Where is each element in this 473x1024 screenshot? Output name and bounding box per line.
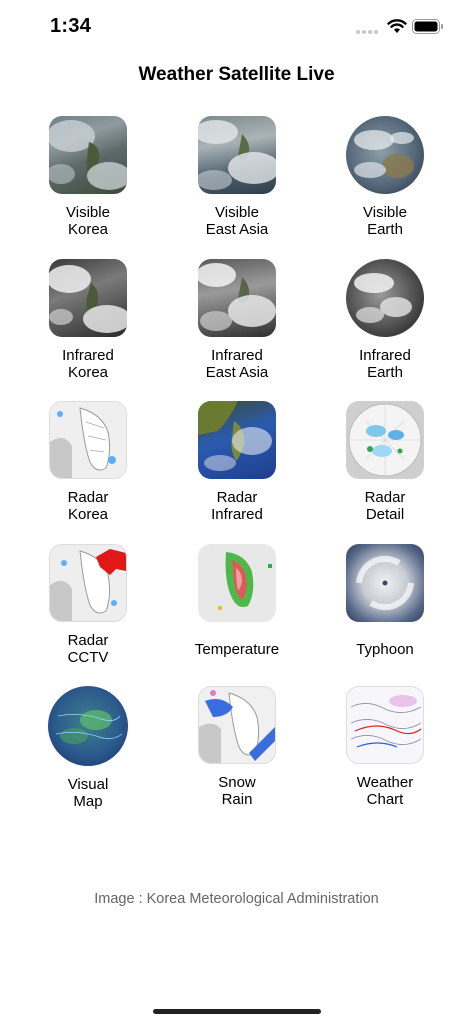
tile-label: Infrared East Asia xyxy=(205,347,269,381)
tile-snow-rain[interactable]: Snow Rain xyxy=(182,686,292,808)
tile-label: Infrared Earth xyxy=(359,347,411,381)
tile-label: Visible Earth xyxy=(363,204,407,238)
tile-radar-detail[interactable]: Radar Detail xyxy=(330,401,440,523)
tile-label: Temperature xyxy=(194,640,280,658)
tile-label: Radar CCTV xyxy=(67,632,109,666)
tile-label: Weather Chart xyxy=(356,774,414,808)
tile-radar-cctv[interactable]: Radar CCTV xyxy=(33,544,143,666)
tile-label: Visible East Asia xyxy=(205,204,269,238)
snow-rain-map-icon xyxy=(198,686,276,764)
tile-visible-east-asia[interactable]: Visible East Asia xyxy=(182,116,292,238)
tile-radar-korea[interactable]: Radar Korea xyxy=(33,401,143,523)
credit-text: Image : Korea Meteorological Administrat… xyxy=(94,891,379,907)
satellite-visible-east-asia-icon xyxy=(198,116,276,194)
tile-temperature[interactable]: Temperature xyxy=(182,544,292,666)
radar-cctv-icon xyxy=(49,544,127,622)
tile-label: Visible Korea xyxy=(66,204,110,238)
infrared-east-asia-icon xyxy=(198,259,276,337)
infrared-earth-icon xyxy=(346,259,424,337)
tile-typhoon[interactable]: Typhoon xyxy=(330,544,440,666)
feature-grid: Visible Korea Visible East Asia Visible … xyxy=(0,0,473,1024)
temperature-map-icon xyxy=(198,544,276,622)
satellite-visible-korea-icon xyxy=(49,116,127,194)
tile-radar-infrared[interactable]: Radar Infrared xyxy=(182,401,292,523)
tile-visible-korea[interactable]: Visible Korea xyxy=(33,116,143,238)
tile-infrared-korea[interactable]: Infrared Korea xyxy=(33,259,143,381)
radar-detail-icon xyxy=(346,401,424,479)
infrared-korea-icon xyxy=(49,259,127,337)
radar-infrared-icon xyxy=(198,401,276,479)
tile-label: Snow Rain xyxy=(218,774,256,808)
tile-label: Radar Korea xyxy=(67,489,109,523)
weather-chart-icon xyxy=(346,686,424,764)
tile-label: Infrared Korea xyxy=(62,347,114,381)
tile-label: Radar Detail xyxy=(364,489,406,523)
visual-map-globe-icon xyxy=(48,686,128,766)
radar-korea-icon xyxy=(49,401,127,479)
tile-label: Radar Infrared xyxy=(211,489,263,523)
tile-infrared-east-asia[interactable]: Infrared East Asia xyxy=(182,259,292,381)
tile-visible-earth[interactable]: Visible Earth xyxy=(330,116,440,238)
tile-infrared-earth[interactable]: Infrared Earth xyxy=(330,259,440,381)
tile-label: Visual Map xyxy=(67,776,109,810)
home-indicator[interactable] xyxy=(153,1009,321,1014)
tile-label: Typhoon xyxy=(356,640,414,658)
tile-visual-map[interactable]: Visual Map xyxy=(33,686,143,810)
globe-visible-earth-icon xyxy=(346,116,424,194)
tile-weather-chart[interactable]: Weather Chart xyxy=(330,686,440,808)
typhoon-icon xyxy=(346,544,424,622)
